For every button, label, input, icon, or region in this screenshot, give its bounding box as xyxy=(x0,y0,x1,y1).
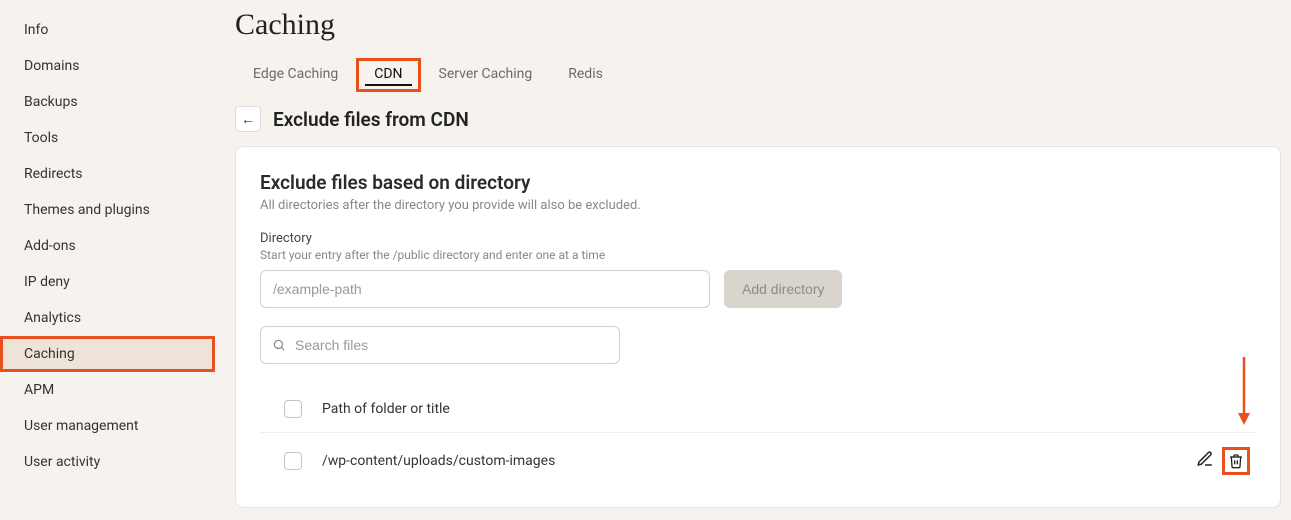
sidebar-item-caching[interactable]: Caching xyxy=(0,336,215,372)
search-icon xyxy=(272,338,286,352)
sidebar-item-label: Themes and plugins xyxy=(24,202,150,218)
sidebar-item-label: Domains xyxy=(24,58,79,74)
row-path: /wp-content/uploads/custom-images xyxy=(322,453,555,469)
subheader-title: Exclude files from CDN xyxy=(273,108,469,131)
list-header-label: Path of folder or title xyxy=(322,401,450,417)
arrow-left-icon: ← xyxy=(241,111,255,128)
section-title: Exclude files based on directory xyxy=(260,171,1256,194)
subheader: ← Exclude files from CDN xyxy=(235,106,1281,132)
tab-redis[interactable]: Redis xyxy=(550,58,621,92)
sidebar-item-label: Redirects xyxy=(24,166,83,182)
sidebar-item-label: APM xyxy=(24,382,54,398)
row-checkbox[interactable] xyxy=(284,452,302,470)
search-input[interactable] xyxy=(260,326,620,364)
sidebar-item-label: Info xyxy=(24,22,48,38)
arrow-annotation-icon xyxy=(1236,357,1252,427)
tab-server-caching[interactable]: Server Caching xyxy=(421,58,551,92)
tabs: Edge Caching CDN Server Caching Redis xyxy=(235,58,1281,92)
directory-hint: Start your entry after the /public direc… xyxy=(260,248,1256,262)
sidebar-item-label: Backups xyxy=(24,94,78,110)
sidebar-item-apm[interactable]: APM xyxy=(0,372,215,408)
main: Caching Edge Caching CDN Server Caching … xyxy=(215,0,1291,520)
directory-label: Directory xyxy=(260,231,1256,246)
delete-button[interactable] xyxy=(1222,447,1250,475)
sidebar-item-add-ons[interactable]: Add-ons xyxy=(0,228,215,264)
sidebar: Info Domains Backups Tools Redirects The… xyxy=(0,0,215,520)
sidebar-item-label: Caching xyxy=(24,346,75,362)
tab-cdn[interactable]: CDN xyxy=(356,58,420,92)
tab-label: Server Caching xyxy=(439,66,533,82)
sidebar-item-label: Analytics xyxy=(24,310,81,326)
sidebar-item-info[interactable]: Info xyxy=(0,12,215,48)
page-title: Caching xyxy=(235,8,1281,42)
add-directory-button[interactable]: Add directory xyxy=(724,270,842,308)
sidebar-item-domains[interactable]: Domains xyxy=(0,48,215,84)
tab-label: Redis xyxy=(568,66,603,82)
sidebar-item-label: Add-ons xyxy=(24,238,76,254)
sidebar-item-ip-deny[interactable]: IP deny xyxy=(0,264,215,300)
sidebar-item-themes-plugins[interactable]: Themes and plugins xyxy=(0,192,215,228)
trash-icon xyxy=(1228,453,1244,469)
tab-label: CDN xyxy=(374,66,402,82)
file-list: Path of folder or title /wp-content/uplo… xyxy=(260,386,1256,489)
tab-edge-caching[interactable]: Edge Caching xyxy=(235,58,356,92)
list-header: Path of folder or title xyxy=(260,386,1256,433)
tab-label: Edge Caching xyxy=(253,66,338,82)
back-button[interactable]: ← xyxy=(235,106,261,132)
sidebar-item-user-management[interactable]: User management xyxy=(0,408,215,444)
sidebar-item-label: User management xyxy=(24,418,138,434)
list-row: /wp-content/uploads/custom-images xyxy=(260,433,1256,489)
directory-input[interactable] xyxy=(260,270,710,308)
sidebar-item-label: User activity xyxy=(24,454,100,470)
sidebar-item-user-activity[interactable]: User activity xyxy=(0,444,215,480)
search-wrap xyxy=(260,326,620,364)
sidebar-item-label: IP deny xyxy=(24,274,70,290)
sidebar-item-tools[interactable]: Tools xyxy=(0,120,215,156)
row-actions xyxy=(1196,447,1250,475)
section-desc: All directories after the directory you … xyxy=(260,198,1256,213)
directory-input-row: Add directory xyxy=(260,270,1256,308)
sidebar-item-redirects[interactable]: Redirects xyxy=(0,156,215,192)
select-all-checkbox[interactable] xyxy=(284,400,302,418)
sidebar-item-analytics[interactable]: Analytics xyxy=(0,300,215,336)
exclude-card: Exclude files based on directory All dir… xyxy=(235,146,1281,508)
edit-icon[interactable] xyxy=(1196,450,1214,472)
sidebar-item-label: Tools xyxy=(24,130,58,146)
sidebar-item-backups[interactable]: Backups xyxy=(0,84,215,120)
